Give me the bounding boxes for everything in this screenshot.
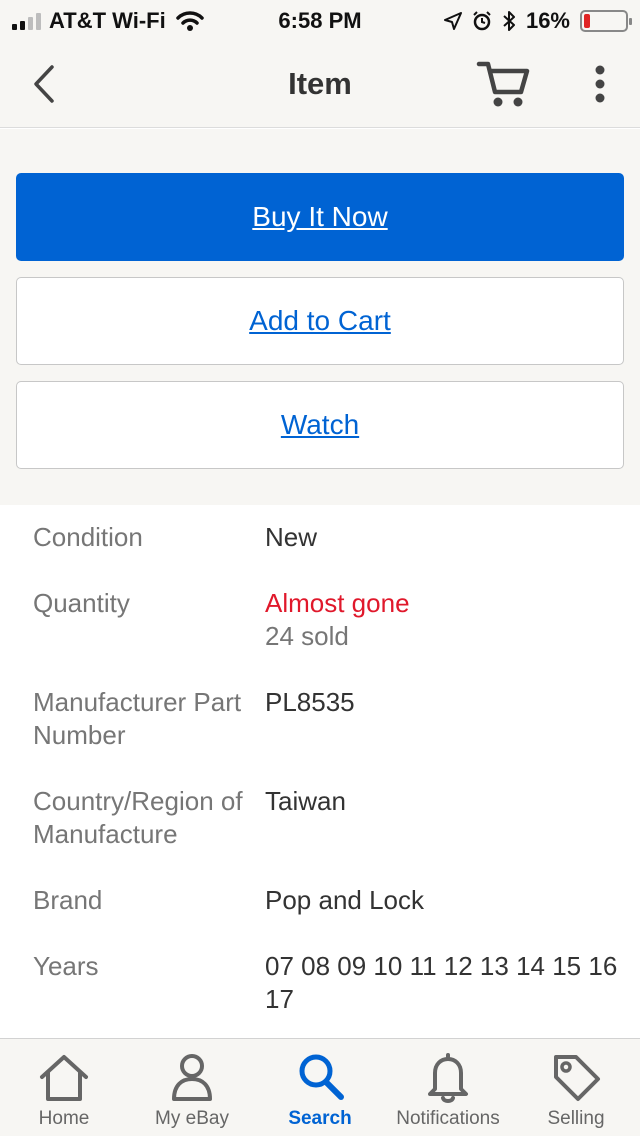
cart-button[interactable] (476, 58, 532, 110)
tag-icon (554, 1055, 600, 1101)
item-specifics: Condition New Quantity Almost gone 24 so… (0, 505, 640, 1037)
tab-home[interactable]: Home (0, 1039, 128, 1136)
tab-label: Notifications (396, 1108, 500, 1129)
buy-it-now-button[interactable]: Buy It Now (16, 173, 624, 261)
spec-value: PL8535 (265, 687, 355, 717)
spec-value: 07 08 09 10 11 12 13 14 15 16 17 (265, 951, 618, 1014)
bell-icon (428, 1053, 468, 1103)
bluetooth-icon (503, 11, 515, 31)
spec-label: Manufacturer Part Number (33, 687, 242, 750)
spec-label: Condition (33, 522, 143, 552)
spec-label: Brand (33, 885, 103, 915)
home-icon (40, 1055, 88, 1101)
tab-bar: Home My eBay Search Notifications Sellin… (0, 1038, 640, 1136)
nav-bar: Item (0, 40, 640, 128)
add-to-cart-button[interactable]: Add to Cart (16, 277, 624, 365)
person-icon (172, 1054, 212, 1101)
spec-value: Pop and Lock (265, 885, 425, 915)
tab-search[interactable]: Search (256, 1039, 384, 1136)
page-title: Item (288, 66, 352, 101)
watch-button[interactable]: Watch (16, 381, 624, 469)
tab-notifications[interactable]: Notifications (384, 1039, 512, 1136)
sold-count: 24 sold (265, 621, 349, 651)
status-right: 16% (443, 8, 632, 34)
tab-label: My eBay (155, 1108, 229, 1129)
alarm-icon (473, 11, 491, 31)
tab-label: Selling (547, 1108, 605, 1129)
spec-value: New (265, 522, 318, 552)
battery-percent: 16% (525, 8, 570, 33)
more-vertical-icon (595, 65, 605, 103)
action-panel: Buy It Now Add to Cart Watch (0, 129, 640, 505)
battery-icon (580, 10, 632, 32)
spec-label: Country/Region of Manufacture (33, 786, 243, 849)
tab-label: Search (288, 1108, 352, 1129)
spec-label: Years (33, 951, 99, 981)
tab-my-ebay[interactable]: My eBay (128, 1039, 256, 1136)
spec-value: Taiwan (265, 786, 346, 816)
quantity-status: Almost gone (265, 588, 410, 618)
more-options-button[interactable] (584, 64, 616, 104)
status-bar: AT&T Wi-Fi 6:58 PM 16% (0, 0, 640, 40)
search-icon (299, 1054, 344, 1100)
tab-label: Home (38, 1108, 90, 1129)
spec-value: Almost gone 24 sold (265, 587, 625, 653)
cart-icon (476, 61, 530, 107)
spec-label: Quantity (33, 588, 130, 618)
location-arrow-icon (443, 12, 462, 30)
tab-selling[interactable]: Selling (512, 1039, 640, 1136)
